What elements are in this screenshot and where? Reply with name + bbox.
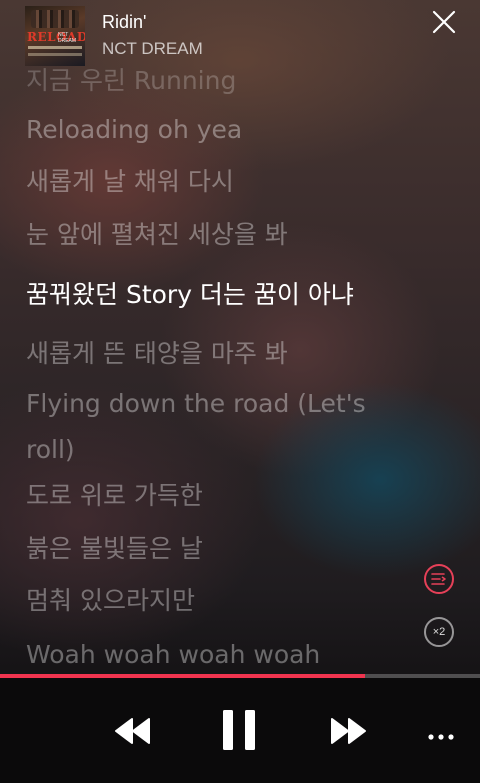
lyric-line[interactable]: 붉은 불빛들은 날 xyxy=(26,526,426,572)
lyrics-queue-icon xyxy=(431,573,446,585)
lyric-line[interactable]: 새롭게 날 채워 다시 xyxy=(26,159,426,205)
playback-speed-button[interactable]: ×2 xyxy=(424,617,454,647)
previous-button[interactable] xyxy=(114,716,152,746)
lyric-line[interactable]: 눈 앞에 펼쳐진 세상을 봐 xyxy=(26,212,426,258)
pause-button[interactable] xyxy=(220,708,258,752)
lyrics-queue-button[interactable] xyxy=(424,564,454,594)
artist-name: NCT DREAM xyxy=(102,39,203,58)
lyric-line[interactable]: 도로 위로 가득한 xyxy=(26,473,426,519)
lyric-line[interactable]: Woah woah woah woah xyxy=(26,632,426,672)
playback-speed-label: ×2 xyxy=(432,626,446,638)
fast-forward-icon xyxy=(331,718,366,744)
lyrics-view[interactable]: 지금 우린 Running Reloading oh yea 새롭게 날 채워 … xyxy=(0,60,480,672)
lyric-line[interactable]: Reloading oh yea xyxy=(26,107,426,153)
next-button[interactable] xyxy=(329,716,367,746)
lyric-line-active[interactable]: 꿈꿔왔던 Story 더는 꿈이 아냐 xyxy=(26,272,426,318)
pause-icon xyxy=(223,710,255,750)
lyric-line[interactable]: 지금 우린 Running xyxy=(26,60,426,104)
close-button[interactable] xyxy=(430,8,458,36)
lyric-line[interactable]: 멈춰 있으라지만 xyxy=(26,578,426,624)
song-title: Ridin' xyxy=(102,12,147,32)
rewind-icon xyxy=(115,718,150,744)
close-icon xyxy=(432,10,456,34)
lyric-line[interactable]: 새롭게 뜬 태양을 마주 봐 xyxy=(26,331,426,377)
album-art: RELOAD NCT DREAM xyxy=(25,6,85,66)
album-art-subtitle: NCT DREAM xyxy=(58,32,77,44)
playback-controls xyxy=(0,678,480,783)
more-button[interactable] xyxy=(426,726,456,740)
more-icon xyxy=(428,734,454,740)
lyric-line[interactable]: Flying down the road (Let's roll) xyxy=(26,381,406,473)
